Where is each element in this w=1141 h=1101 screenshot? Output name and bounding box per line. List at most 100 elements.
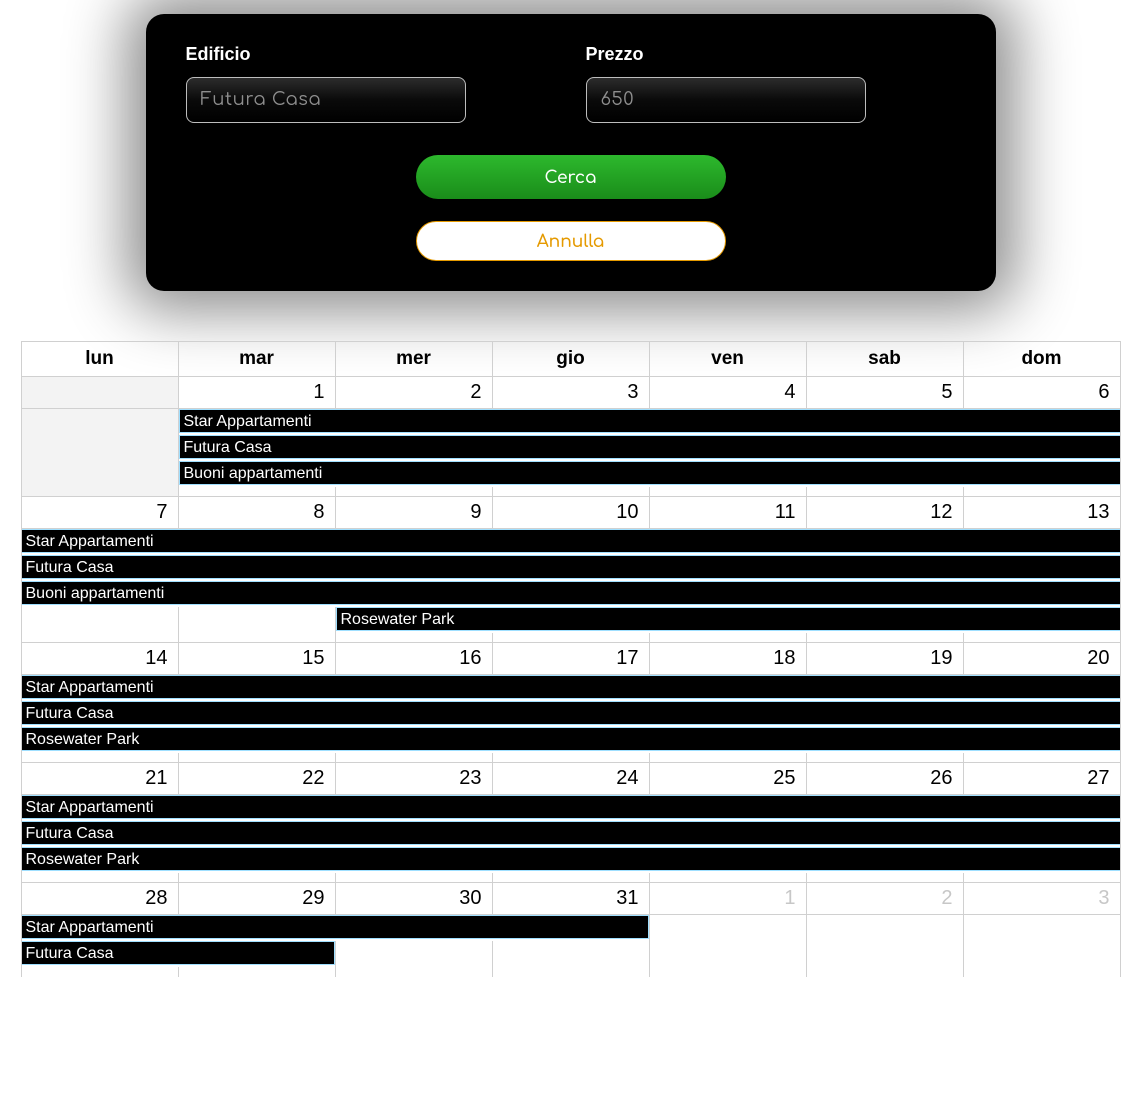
day-number: 19 bbox=[807, 643, 963, 674]
calendar-day-cell[interactable]: 31 bbox=[492, 883, 649, 915]
calendar-event[interactable]: Futura Casa bbox=[22, 821, 1120, 845]
calendar-day-cell[interactable]: 30 bbox=[335, 883, 492, 915]
day-number: 6 bbox=[964, 377, 1120, 408]
calendar-day-cell[interactable]: 3 bbox=[492, 377, 649, 409]
calendar-day-cell[interactable]: 1 bbox=[178, 377, 335, 409]
calendar-event-row: Futura Casa bbox=[21, 821, 1120, 847]
calendar-day-cell[interactable]: 26 bbox=[806, 763, 963, 795]
calendar-event[interactable]: Rosewater Park bbox=[22, 847, 1120, 871]
calendar-day-cell[interactable]: 3 bbox=[963, 883, 1120, 915]
search-panel: Edificio Prezzo Cerca Annulla bbox=[146, 14, 996, 291]
calendar-day-header: sab bbox=[806, 342, 963, 377]
calendar-day-cell[interactable]: 14 bbox=[21, 643, 178, 675]
calendar-day-cell[interactable]: 18 bbox=[649, 643, 806, 675]
day-number: 20 bbox=[964, 643, 1120, 674]
search-button[interactable]: Cerca bbox=[416, 155, 726, 199]
calendar-week-numbers: 28293031123 bbox=[21, 883, 1120, 915]
calendar-day-cell[interactable]: 12 bbox=[806, 497, 963, 529]
calendar-day-cell[interactable]: 25 bbox=[649, 763, 806, 795]
cancel-button[interactable]: Annulla bbox=[416, 221, 726, 261]
calendar-day-cell[interactable]: 17 bbox=[492, 643, 649, 675]
calendar-event[interactable]: Star Appartamenti bbox=[179, 409, 1120, 433]
calendar-event[interactable]: Buoni appartamenti bbox=[22, 581, 1120, 605]
calendar-day-cell[interactable]: 1 bbox=[649, 883, 806, 915]
calendar-event[interactable]: Star Appartamenti bbox=[22, 529, 1120, 553]
calendar-day-header: mer bbox=[335, 342, 492, 377]
day-number: 11 bbox=[650, 497, 806, 528]
day-number: 17 bbox=[493, 643, 649, 674]
calendar-day-cell[interactable]: 13 bbox=[963, 497, 1120, 529]
calendar-event-row: Futura Casa bbox=[21, 941, 1120, 967]
calendar-day-cell[interactable]: 9 bbox=[335, 497, 492, 529]
day-number: 1 bbox=[179, 377, 335, 408]
calendar-day-header: dom bbox=[963, 342, 1120, 377]
building-label: Edificio bbox=[186, 44, 466, 65]
calendar-day-header: ven bbox=[649, 342, 806, 377]
calendar-event[interactable]: Futura Casa bbox=[179, 435, 1120, 459]
calendar-day-cell[interactable]: 22 bbox=[178, 763, 335, 795]
calendar-event[interactable]: Rosewater Park bbox=[22, 727, 1120, 751]
day-number: 2 bbox=[336, 377, 492, 408]
calendar-event-row: Rosewater Park bbox=[21, 847, 1120, 873]
calendar-day-cell[interactable]: 11 bbox=[649, 497, 806, 529]
day-number: 23 bbox=[336, 763, 492, 794]
calendar-day-cell[interactable]: 27 bbox=[963, 763, 1120, 795]
day-number: 2 bbox=[807, 883, 963, 914]
calendar-event[interactable]: Star Appartamenti bbox=[22, 795, 1120, 819]
calendar-day-cell[interactable]: 29 bbox=[178, 883, 335, 915]
day-number: 21 bbox=[22, 763, 178, 794]
price-label: Prezzo bbox=[586, 44, 866, 65]
day-number: 3 bbox=[964, 883, 1120, 914]
calendar-day-cell[interactable]: 4 bbox=[649, 377, 806, 409]
calendar-event[interactable]: Futura Casa bbox=[22, 555, 1120, 579]
calendar-week-spacer bbox=[21, 753, 1120, 763]
day-number: 18 bbox=[650, 643, 806, 674]
calendar-day-cell[interactable]: 20 bbox=[963, 643, 1120, 675]
calendar-day-cell[interactable]: 2 bbox=[335, 377, 492, 409]
day-number: 22 bbox=[179, 763, 335, 794]
calendar-event[interactable]: Futura Casa bbox=[22, 941, 335, 965]
calendar-week-spacer bbox=[21, 487, 1120, 497]
day-number: 25 bbox=[650, 763, 806, 794]
calendar-day-cell[interactable]: 28 bbox=[21, 883, 178, 915]
day-number: 16 bbox=[336, 643, 492, 674]
calendar-week-spacer bbox=[21, 873, 1120, 883]
calendar-event-row: Futura Casa bbox=[21, 555, 1120, 581]
calendar-day-cell[interactable]: 23 bbox=[335, 763, 492, 795]
building-field-group: Edificio bbox=[186, 44, 466, 123]
price-input[interactable] bbox=[586, 77, 866, 123]
calendar-day-cell[interactable] bbox=[21, 377, 178, 409]
day-number: 28 bbox=[22, 883, 178, 914]
calendar-day-header: gio bbox=[492, 342, 649, 377]
calendar-event[interactable]: Star Appartamenti bbox=[22, 915, 649, 939]
day-number: 5 bbox=[807, 377, 963, 408]
calendar-day-cell[interactable]: 21 bbox=[21, 763, 178, 795]
day-number: 24 bbox=[493, 763, 649, 794]
calendar-day-cell[interactable]: 10 bbox=[492, 497, 649, 529]
day-number: 10 bbox=[493, 497, 649, 528]
building-input[interactable] bbox=[186, 77, 466, 123]
calendar-event-row: Buoni appartamenti bbox=[21, 461, 1120, 487]
calendar-week-numbers: 14151617181920 bbox=[21, 643, 1120, 675]
calendar-day-cell[interactable]: 24 bbox=[492, 763, 649, 795]
day-number: 14 bbox=[22, 643, 178, 674]
day-number: 12 bbox=[807, 497, 963, 528]
calendar-event[interactable]: Rosewater Park bbox=[336, 607, 1120, 631]
calendar-day-cell[interactable]: 15 bbox=[178, 643, 335, 675]
calendar-week-spacer bbox=[21, 633, 1120, 643]
day-number: 7 bbox=[22, 497, 178, 528]
calendar-day-cell[interactable]: 7 bbox=[21, 497, 178, 529]
day-number: 9 bbox=[336, 497, 492, 528]
calendar-day-cell[interactable]: 8 bbox=[178, 497, 335, 529]
calendar-event[interactable]: Buoni appartamenti bbox=[179, 461, 1120, 485]
calendar-day-cell[interactable]: 16 bbox=[335, 643, 492, 675]
calendar-day-cell[interactable]: 6 bbox=[963, 377, 1120, 409]
calendar-event[interactable]: Futura Casa bbox=[22, 701, 1120, 725]
calendar-day-cell[interactable]: 2 bbox=[806, 883, 963, 915]
calendar: lunmarmergiovensabdom 123456Star Apparta… bbox=[21, 341, 1121, 977]
calendar-day-cell[interactable]: 19 bbox=[806, 643, 963, 675]
calendar-event-row: Star Appartamenti bbox=[21, 795, 1120, 821]
day-number: 8 bbox=[179, 497, 335, 528]
calendar-event[interactable]: Star Appartamenti bbox=[22, 675, 1120, 699]
calendar-day-cell[interactable]: 5 bbox=[806, 377, 963, 409]
